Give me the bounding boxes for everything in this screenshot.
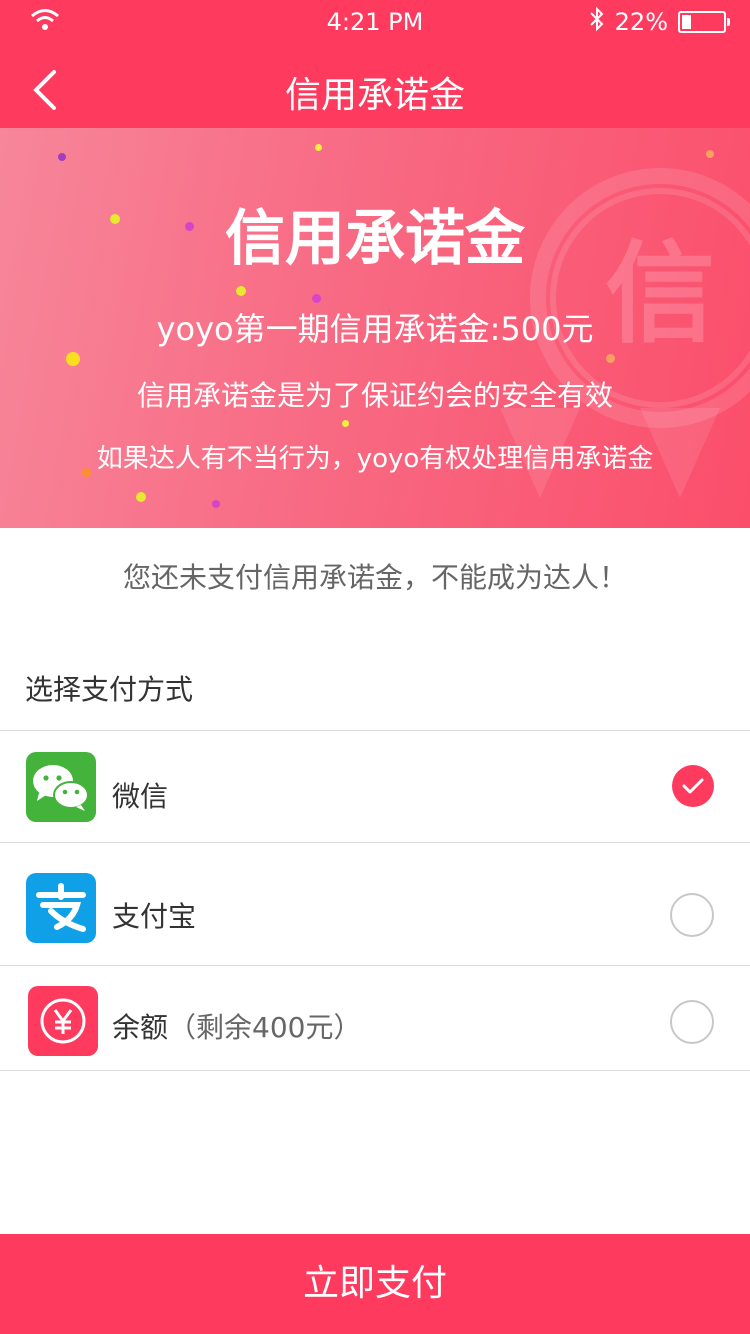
battery-icon — [678, 11, 730, 33]
top-bar: 4:21 PM 22% 信用承诺金 — [0, 0, 750, 128]
payment-label: 支付宝 — [112, 895, 196, 935]
page-title: 信用承诺金 — [284, 75, 465, 116]
wechat-icon — [26, 752, 96, 822]
check-icon — [682, 778, 704, 794]
pay-now-button[interactable]: 立即支付 — [0, 1234, 750, 1334]
confetti-dot — [136, 492, 146, 502]
status-right: 22% — [589, 6, 730, 38]
payment-name: 支付宝 — [112, 900, 197, 933]
alipay-icon — [26, 873, 96, 943]
confetti-dot — [212, 500, 220, 508]
unpaid-notice: 您还未支付信用承诺金，不能成为达人！ — [122, 561, 627, 594]
section-title: 选择支付方式 — [25, 673, 194, 706]
radio-selected[interactable] — [672, 765, 714, 807]
battery-percent: 22% — [614, 8, 668, 36]
payment-label: 余额（剩余400元） — [112, 1006, 361, 1046]
hero-banner: 信 信用承诺金 yoyo第一期信用承诺金:500元 信用承诺金是为了保证约会的安… — [0, 128, 750, 528]
confetti-dot — [66, 352, 80, 366]
confetti-dot — [706, 150, 714, 158]
divider — [0, 1070, 750, 1071]
bluetooth-icon — [589, 6, 605, 38]
confetti-dot — [312, 294, 321, 303]
confetti-dot — [315, 144, 322, 151]
hero-title: 信用承诺金 — [225, 204, 525, 274]
payment-name: 余额 — [112, 1011, 169, 1044]
payment-option-wechat[interactable]: 微信 — [0, 731, 750, 841]
payment-sub: （剩余400元） — [168, 1011, 362, 1044]
payment-label: 微信 — [112, 775, 168, 815]
hero-policy: 如果达人有不当行为，yoyo有权处理信用承诺金 — [96, 444, 654, 474]
radio-unselected[interactable] — [670, 893, 714, 937]
payment-name: 微信 — [112, 780, 169, 813]
confetti-dot — [236, 286, 246, 296]
hero-amount: yoyo第一期信用承诺金:500元 — [156, 310, 594, 348]
payment-option-alipay[interactable]: 支付宝 — [0, 843, 750, 965]
yen-icon — [28, 986, 98, 1056]
radio-unselected[interactable] — [670, 1000, 714, 1044]
confetti-dot — [342, 420, 349, 427]
payment-option-balance[interactable]: 余额（剩余400元） — [0, 966, 750, 1070]
confetti-dot — [58, 153, 66, 161]
hero-description: 信用承诺金是为了保证约会的安全有效 — [136, 379, 613, 412]
confetti-dot — [606, 354, 615, 363]
